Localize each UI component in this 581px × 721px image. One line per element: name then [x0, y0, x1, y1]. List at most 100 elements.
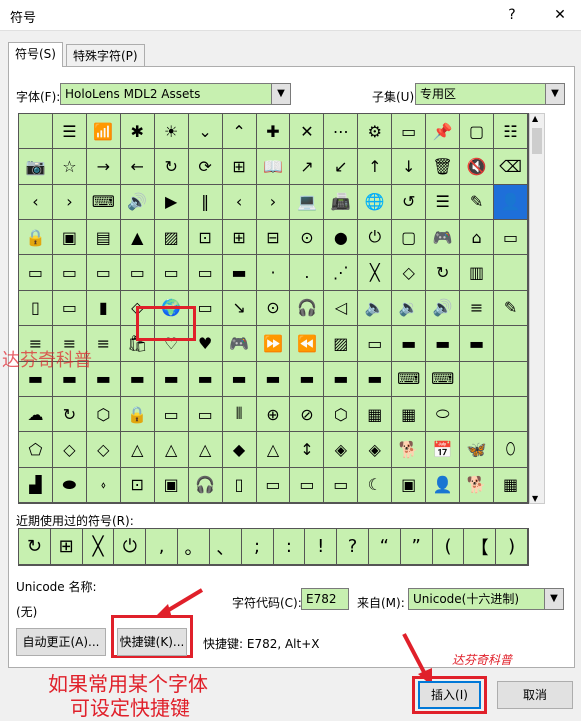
- symbol-cell[interactable]: ⊙: [256, 290, 291, 327]
- symbol-cell[interactable]: ‹: [222, 184, 257, 221]
- symbol-cell[interactable]: ▬: [426, 326, 461, 362]
- symbol-cell[interactable]: ▨: [154, 220, 189, 256]
- symbol-cell[interactable]: ▯: [222, 467, 257, 503]
- symbol-cell[interactable]: 🔒: [19, 220, 53, 256]
- recent-symbol[interactable]: ,: [146, 529, 179, 565]
- symbol-cell[interactable]: ↑: [358, 149, 393, 185]
- symbol-cell[interactable]: ▬: [222, 255, 257, 291]
- symbol-cell[interactable]: ●: [324, 220, 359, 256]
- tab-symbols[interactable]: 符号(S): [8, 42, 63, 67]
- recent-symbol[interactable]: 、: [209, 529, 242, 565]
- symbol-cell[interactable]: 📅: [426, 432, 461, 468]
- symbol-cell[interactable]: ✕: [290, 114, 325, 150]
- symbol-cell[interactable]: ╳: [358, 255, 393, 291]
- symbol-cell[interactable]: ▦: [358, 396, 393, 433]
- scroll-up-icon[interactable]: ▲: [532, 114, 538, 123]
- symbol-cell[interactable]: ⋰: [324, 255, 359, 291]
- symbol-cell[interactable]: ▦: [494, 467, 528, 503]
- symbol-cell[interactable]: ☆: [52, 149, 87, 185]
- symbol-cell[interactable]: ✎: [494, 290, 528, 327]
- symbol-cell[interactable]: ⬠: [19, 432, 53, 468]
- symbol-cell[interactable]: ›: [256, 184, 291, 221]
- symbol-cell[interactable]: ⟳: [188, 149, 223, 185]
- symbol-cell[interactable]: ✚: [256, 114, 291, 150]
- symbol-cell[interactable]: ▢: [392, 220, 427, 256]
- symbol-cell[interactable]: ⫴: [222, 396, 257, 433]
- cancel-button[interactable]: 取消: [497, 681, 573, 709]
- symbol-cell[interactable]: ↺: [392, 184, 427, 221]
- close-button[interactable]: ✕: [545, 3, 575, 27]
- symbol-cell[interactable]: ▬: [290, 361, 325, 397]
- symbol-cell[interactable]: ◆: [222, 432, 257, 468]
- recent-symbol[interactable]: ?: [337, 529, 369, 565]
- symbol-cell[interactable]: 📶: [86, 114, 121, 150]
- symbol-cell[interactable]: 🔈: [358, 290, 393, 327]
- symbol-cell[interactable]: ▭: [290, 467, 325, 503]
- symbol-cell[interactable]: ▨: [324, 326, 359, 362]
- symbol-cell[interactable]: ⬡: [324, 396, 359, 433]
- symbol-cell[interactable]: ⌨: [426, 361, 461, 397]
- charcode-input[interactable]: E782: [301, 588, 349, 610]
- symbol-cell[interactable]: ▮: [86, 290, 121, 327]
- symbol-cell[interactable]: ▬: [392, 326, 427, 362]
- symbol-cell[interactable]: ☀: [154, 114, 189, 150]
- symbol-cell[interactable]: ▣: [392, 467, 427, 503]
- symbol-cell[interactable]: [494, 361, 528, 397]
- symbol-cell[interactable]: ‖: [188, 184, 223, 221]
- symbol-cell[interactable]: ↓: [392, 149, 427, 185]
- symbol-cell[interactable]: 📷: [19, 149, 53, 185]
- symbol-cell[interactable]: ◇: [392, 255, 427, 291]
- symbol-cell[interactable]: ▬: [154, 361, 189, 397]
- font-select[interactable]: HoloLens MDL2 Assets ▼: [60, 83, 291, 105]
- symbol-cell[interactable]: ▣: [154, 467, 189, 503]
- scroll-thumb[interactable]: [532, 128, 542, 154]
- symbol-cell[interactable]: 📌: [426, 114, 461, 150]
- symbol-cell[interactable]: 🎮: [426, 220, 461, 256]
- autocorrect-button[interactable]: 自动更正(A)...: [16, 628, 106, 656]
- symbol-cell[interactable]: ⚙: [358, 114, 393, 150]
- grid-scrollbar[interactable]: ▲ ▼: [529, 113, 545, 504]
- symbol-cell[interactable]: ⌫: [494, 149, 528, 185]
- symbol-cell[interactable]: 🦋: [460, 432, 495, 468]
- symbol-cell[interactable]: ▬: [120, 361, 155, 397]
- symbol-cell[interactable]: 💻: [290, 184, 325, 221]
- symbol-cell[interactable]: ☰: [52, 114, 87, 150]
- symbol-cell[interactable]: ⊡: [188, 220, 223, 256]
- symbol-cell[interactable]: 📠: [324, 184, 359, 221]
- symbol-cell[interactable]: ⌃: [222, 114, 257, 150]
- symbol-cell[interactable]: 🗑: [426, 149, 461, 185]
- symbol-cell[interactable]: ⬭: [426, 396, 461, 433]
- symbol-cell[interactable]: 🎧: [290, 290, 325, 327]
- recent-symbol[interactable]: ╳: [82, 529, 115, 565]
- symbol-cell[interactable]: →: [86, 149, 121, 185]
- symbol-cell[interactable]: ▬: [460, 326, 495, 362]
- symbol-cell[interactable]: ☁: [19, 396, 53, 433]
- symbol-cell[interactable]: ▭: [19, 255, 53, 291]
- symbol-cell[interactable]: ▯: [19, 290, 53, 327]
- symbol-cell[interactable]: ←: [120, 149, 155, 185]
- symbol-cell[interactable]: ▭: [188, 255, 223, 291]
- symbol-cell[interactable]: 🎧: [188, 467, 223, 503]
- symbol-cell[interactable]: 🔒: [120, 396, 155, 433]
- symbol-cell[interactable]: [494, 255, 528, 291]
- symbol-cell[interactable]: 🐕: [392, 432, 427, 468]
- symbol-cell[interactable]: ‹: [19, 184, 53, 221]
- recent-symbol[interactable]: ⏻: [114, 529, 147, 565]
- symbol-cell[interactable]: ▤: [86, 220, 121, 256]
- symbol-cell[interactable]: 👤: [494, 184, 528, 221]
- symbol-cell[interactable]: 🔊: [120, 184, 155, 221]
- recent-symbol[interactable]: ⊞: [50, 529, 83, 565]
- symbol-cell[interactable]: ▶: [154, 184, 189, 221]
- symbol-cell[interactable]: 🎮: [222, 326, 257, 362]
- symbol-cell[interactable]: ◇: [52, 432, 87, 468]
- symbol-cell[interactable]: ▦: [392, 396, 427, 433]
- symbol-cell[interactable]: ▣: [52, 220, 87, 256]
- symbol-cell[interactable]: ⌂: [460, 220, 495, 256]
- recent-symbol[interactable]: “: [368, 529, 401, 565]
- symbol-cell[interactable]: ↻: [52, 396, 87, 433]
- shortcut-button[interactable]: 快捷键(K)...: [117, 628, 187, 656]
- symbol-cell[interactable]: ⊞: [222, 149, 257, 185]
- symbol-cell[interactable]: ◈: [324, 432, 359, 468]
- symbol-cell[interactable]: △: [120, 432, 155, 468]
- symbol-cell[interactable]: ▢: [460, 114, 495, 150]
